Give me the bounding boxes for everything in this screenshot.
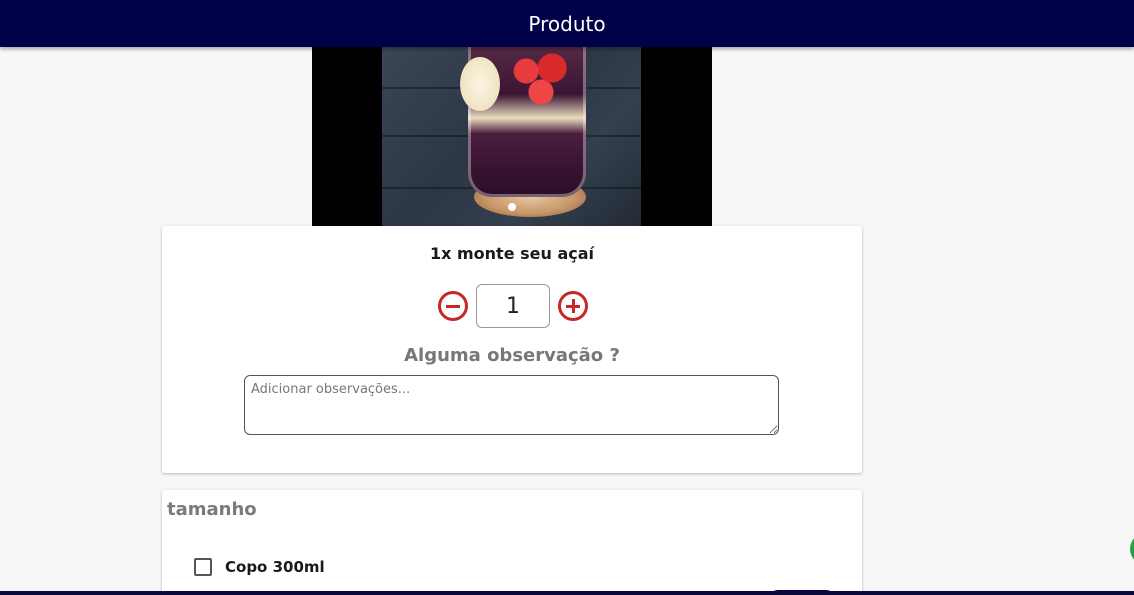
- app-header: Produto: [0, 0, 1134, 47]
- product-detail-card: 1x monte seu açaí 1 Alguma observação ?: [162, 226, 862, 473]
- minus-circle-icon[interactable]: [438, 291, 468, 321]
- quantity-stepper: 1: [438, 284, 588, 328]
- banana-slices: [460, 57, 500, 111]
- section-title-tamanho: tamanho: [167, 499, 257, 520]
- product-image-carousel[interactable]: [312, 47, 712, 226]
- whatsapp-icon[interactable]: [1130, 533, 1134, 565]
- option-copo-300ml[interactable]: Copo 300ml: [194, 558, 325, 576]
- plus-circle-icon[interactable]: [558, 291, 588, 321]
- carousel-dot-indicator[interactable]: [508, 203, 516, 211]
- option-label: Copo 300ml: [225, 558, 325, 576]
- option-checkbox[interactable]: [194, 558, 212, 576]
- quantity-display[interactable]: 1: [476, 284, 550, 328]
- product-photo: [382, 47, 641, 226]
- observation-textarea[interactable]: [244, 375, 779, 435]
- strawberry-topping: [504, 47, 578, 107]
- product-name: 1x monte seu açaí: [429, 244, 595, 263]
- page-title: Produto: [528, 11, 606, 36]
- bottom-bar: [0, 591, 1134, 595]
- observation-label: Alguma observação ?: [404, 345, 620, 366]
- size-options-card: tamanho Copo 300ml: [162, 490, 862, 595]
